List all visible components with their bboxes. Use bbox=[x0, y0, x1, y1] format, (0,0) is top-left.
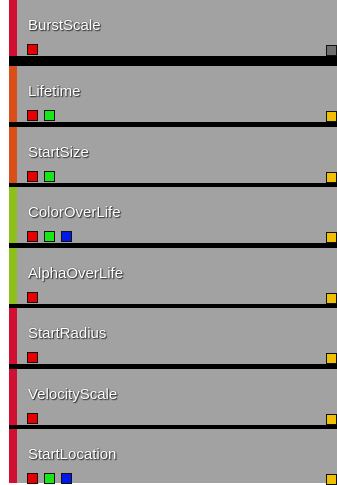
parameter-label: ColorOverLife bbox=[28, 204, 121, 221]
category-color-stripe bbox=[9, 308, 17, 364]
category-color-stripe bbox=[9, 0, 17, 56]
blue-channel-pin-icon[interactable] bbox=[61, 231, 72, 242]
green-channel-pin-icon[interactable] bbox=[44, 171, 55, 182]
parameter-label: Lifetime bbox=[28, 83, 81, 100]
input-pins bbox=[27, 473, 72, 485]
parameter-row-start-size[interactable]: StartSize bbox=[9, 127, 337, 183]
parameter-label: BurstScale bbox=[28, 17, 101, 34]
blue-channel-pin-icon[interactable] bbox=[61, 473, 72, 484]
category-color-stripe bbox=[9, 248, 17, 304]
category-color-stripe bbox=[9, 127, 17, 183]
input-pins bbox=[27, 413, 38, 425]
green-channel-pin-icon[interactable] bbox=[44, 231, 55, 242]
input-pins bbox=[27, 292, 38, 304]
red-channel-pin-icon[interactable] bbox=[27, 171, 38, 182]
parameter-label: StartSize bbox=[28, 144, 89, 161]
input-pins bbox=[27, 231, 72, 243]
parameter-row-start-location[interactable]: StartLocation bbox=[9, 429, 337, 485]
category-color-stripe bbox=[9, 187, 17, 243]
category-color-stripe bbox=[9, 429, 17, 483]
output-pin-icon[interactable] bbox=[326, 45, 337, 56]
output-pin-icon[interactable] bbox=[326, 474, 337, 485]
category-color-stripe bbox=[9, 369, 17, 425]
parameter-label: StartLocation bbox=[28, 446, 117, 463]
parameter-row-alpha-over-life[interactable]: AlphaOverLife bbox=[9, 248, 337, 304]
output-pin-icon[interactable] bbox=[326, 414, 337, 425]
red-channel-pin-icon[interactable] bbox=[27, 413, 38, 424]
parameter-row-start-radius[interactable]: StartRadius bbox=[9, 308, 337, 364]
red-channel-pin-icon[interactable] bbox=[27, 231, 38, 242]
parameter-list-panel: BurstScale Lifetime StartSize ColorOverLife… bbox=[9, 0, 337, 485]
input-pins bbox=[27, 44, 38, 56]
red-channel-pin-icon[interactable] bbox=[27, 352, 38, 363]
red-channel-pin-icon[interactable] bbox=[27, 292, 38, 303]
output-pin-icon[interactable] bbox=[326, 172, 337, 183]
parameter-row-lifetime[interactable]: Lifetime bbox=[9, 66, 337, 122]
parameter-label: AlphaOverLife bbox=[28, 265, 124, 282]
input-pins bbox=[27, 352, 38, 364]
green-channel-pin-icon[interactable] bbox=[44, 473, 55, 484]
input-pins bbox=[27, 110, 55, 122]
output-pin-icon[interactable] bbox=[326, 293, 337, 304]
input-pins bbox=[27, 171, 55, 183]
category-color-stripe bbox=[9, 66, 17, 122]
red-channel-pin-icon[interactable] bbox=[27, 110, 38, 121]
parameter-row-color-over-life[interactable]: ColorOverLife bbox=[9, 187, 337, 243]
red-channel-pin-icon[interactable] bbox=[27, 473, 38, 484]
parameter-row-velocity-scale[interactable]: VelocityScale bbox=[9, 369, 337, 425]
parameter-row-burst-scale[interactable]: BurstScale bbox=[9, 0, 337, 56]
output-pin-icon[interactable] bbox=[326, 353, 337, 364]
output-pin-icon[interactable] bbox=[326, 232, 337, 243]
parameter-label: VelocityScale bbox=[28, 386, 118, 403]
red-channel-pin-icon[interactable] bbox=[27, 44, 38, 55]
parameter-label: StartRadius bbox=[28, 325, 107, 342]
green-channel-pin-icon[interactable] bbox=[44, 110, 55, 121]
output-pin-icon[interactable] bbox=[326, 111, 337, 122]
